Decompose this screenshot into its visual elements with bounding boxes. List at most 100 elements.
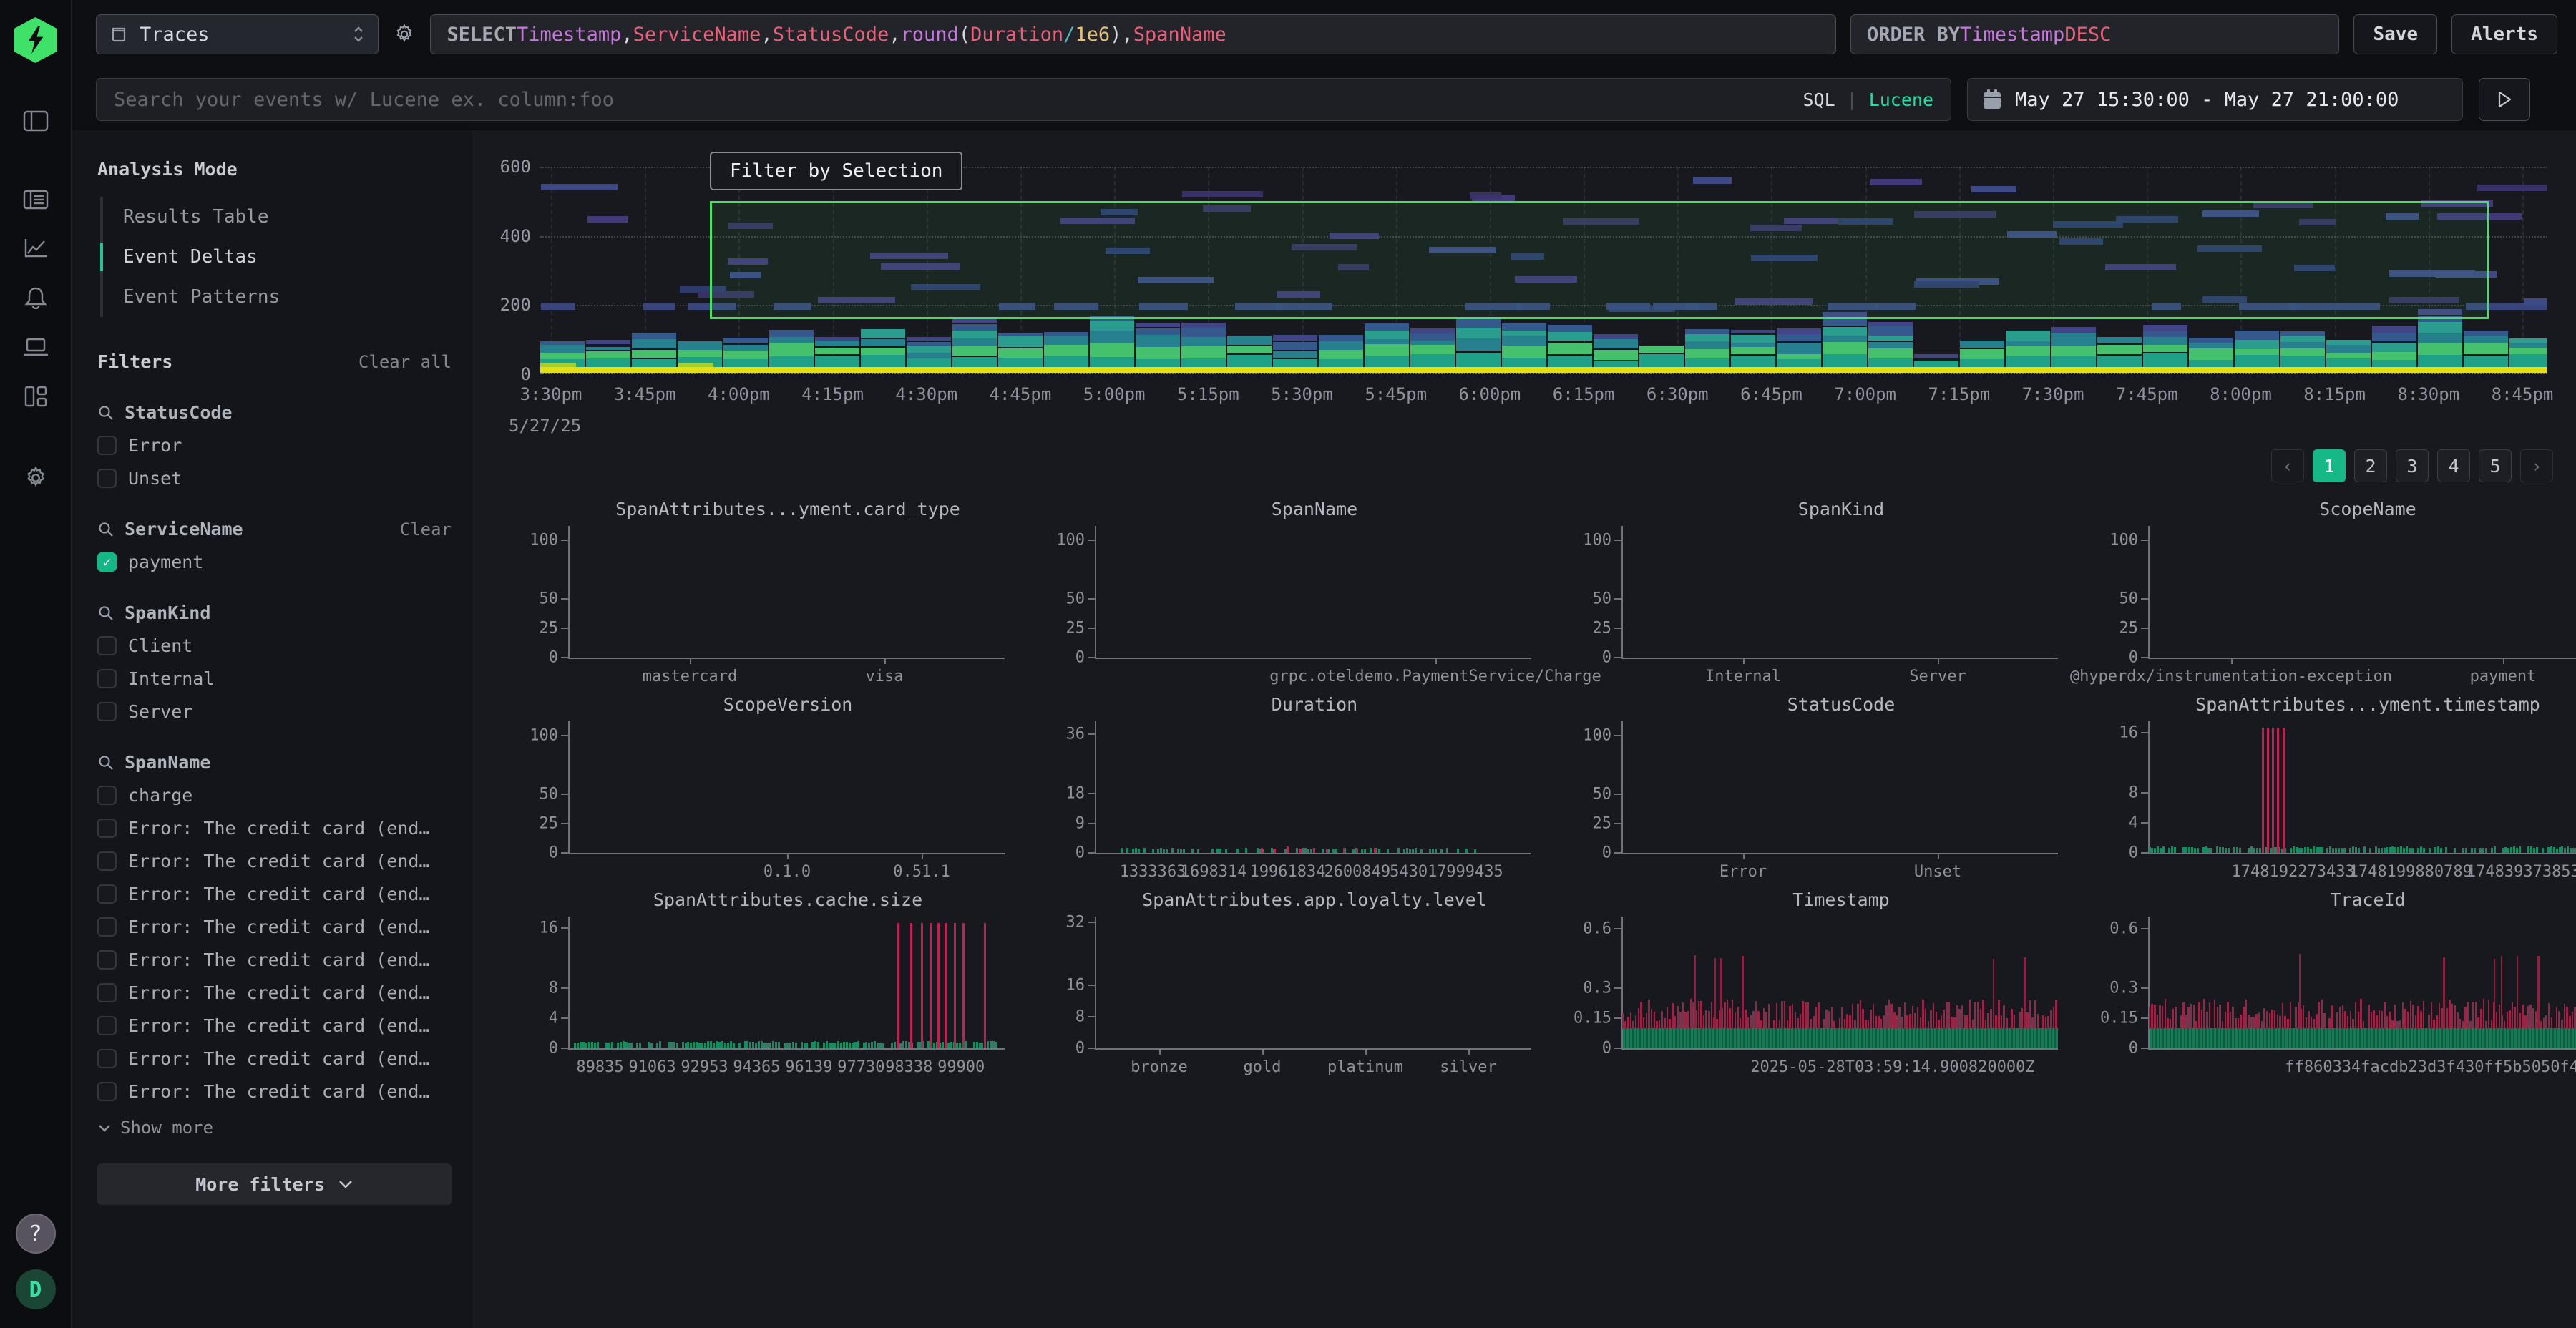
page-next-button[interactable]: › bbox=[2520, 449, 2553, 482]
filter-option[interactable]: Unset bbox=[97, 468, 452, 489]
panel-toggle-icon[interactable] bbox=[23, 110, 49, 132]
page-button-3[interactable]: 3 bbox=[2396, 449, 2429, 482]
hyperdx-logo-icon[interactable] bbox=[14, 17, 57, 63]
page-button-1[interactable]: 1 bbox=[2313, 449, 2346, 482]
chart-ytick: 25 bbox=[1593, 814, 1612, 832]
sessions-laptop-icon[interactable] bbox=[22, 336, 49, 358]
checkbox[interactable] bbox=[97, 636, 117, 655]
filter-option[interactable]: Error bbox=[97, 435, 452, 456]
show-more-link[interactable]: Show more bbox=[97, 1118, 452, 1138]
code-token: SELECT bbox=[447, 24, 517, 46]
chart-ytick: 8 bbox=[549, 979, 558, 997]
analysis-mode-item[interactable]: Results Table bbox=[103, 197, 452, 237]
run-query-button[interactable] bbox=[2479, 78, 2530, 121]
code-token: , bbox=[621, 24, 633, 46]
filter-option[interactable]: Error: The credit card (end… bbox=[97, 818, 452, 839]
page-prev-button[interactable]: ‹ bbox=[2271, 449, 2304, 482]
settings-gear-icon[interactable] bbox=[23, 465, 49, 491]
filter-option[interactable]: Error: The credit card (end… bbox=[97, 884, 452, 904]
chart-xtick: 2600849 bbox=[1324, 863, 1390, 881]
delta-chart-3[interactable]: ScopeName10050250@hyperdx/instrumentatio… bbox=[2079, 492, 2576, 687]
filter-option[interactable]: Error: The credit card (end… bbox=[97, 851, 452, 872]
chart-title: SpanAttributes.app.loyalty.level bbox=[1026, 889, 1553, 915]
search-logs-icon[interactable] bbox=[23, 189, 49, 210]
delta-chart-9[interactable]: SpanAttributes.app.loyalty.level321680br… bbox=[1026, 882, 1553, 1078]
checkbox[interactable] bbox=[97, 1049, 117, 1068]
select-query-input[interactable]: SELECT Timestamp,ServiceName,StatusCode,… bbox=[430, 14, 1835, 54]
chart-explorer-icon[interactable] bbox=[23, 238, 49, 259]
page-button-4[interactable]: 4 bbox=[2437, 449, 2470, 482]
dashboards-icon[interactable] bbox=[24, 385, 48, 408]
delta-chart-5[interactable]: Duration36189013333631698314199618342600… bbox=[1026, 687, 1553, 882]
checkbox[interactable] bbox=[97, 851, 117, 871]
delta-chart-0[interactable]: SpanAttributes...yment.card_type10050250… bbox=[499, 492, 1026, 687]
checkbox[interactable] bbox=[97, 950, 117, 970]
chart-selection-box[interactable] bbox=[710, 201, 2489, 319]
date-range-picker[interactable]: May 27 15:30:00 - May 27 21:00:00 bbox=[1967, 78, 2463, 121]
checkbox[interactable] bbox=[97, 983, 117, 1002]
checkbox[interactable] bbox=[97, 786, 117, 805]
chart-xtick: Internal bbox=[1705, 668, 1781, 685]
checkbox[interactable] bbox=[97, 702, 117, 721]
checkbox[interactable] bbox=[97, 819, 117, 838]
filter-option[interactable]: Error: The credit card (end… bbox=[97, 917, 452, 937]
query-settings-gear-icon[interactable] bbox=[393, 23, 416, 46]
chart-xtick: gold bbox=[1244, 1058, 1282, 1076]
page-button-5[interactable]: 5 bbox=[2479, 449, 2512, 482]
delta-chart-1[interactable]: SpanName10050250grpc.oteldemo.PaymentSer… bbox=[1026, 492, 1553, 687]
chart-ytick: 100 bbox=[530, 726, 558, 744]
order-by-input[interactable]: ORDER BY Timestamp DESC bbox=[1850, 14, 2340, 54]
page-button-2[interactable]: 2 bbox=[2354, 449, 2387, 482]
delta-chart-8[interactable]: SpanAttributes.cache.size168408983591063… bbox=[499, 882, 1026, 1078]
filter-option[interactable]: ✓payment bbox=[97, 552, 452, 572]
lucene-mode-toggle[interactable]: Lucene bbox=[1869, 89, 1933, 110]
search-icon bbox=[97, 605, 114, 622]
alerts-bell-icon[interactable] bbox=[24, 286, 48, 309]
filter-option[interactable]: Client bbox=[97, 635, 452, 656]
search-input[interactable]: Search your events w/ Lucene ex. column:… bbox=[96, 78, 1951, 121]
delta-chart-4[interactable]: ScopeVersion100502500.1.00.51.1 bbox=[499, 687, 1026, 882]
help-button[interactable]: ? bbox=[16, 1214, 56, 1254]
alerts-button[interactable]: Alerts bbox=[2451, 14, 2557, 54]
analysis-mode-item[interactable]: Event Deltas bbox=[103, 237, 452, 277]
checkbox[interactable] bbox=[97, 884, 117, 904]
checkbox[interactable] bbox=[97, 1082, 117, 1101]
sql-mode-toggle[interactable]: SQL bbox=[1802, 89, 1835, 110]
filter-option[interactable]: Error: The credit card (end… bbox=[97, 949, 452, 970]
analysis-mode-title: Analysis Mode bbox=[97, 159, 452, 180]
play-icon bbox=[2496, 90, 2513, 109]
checkbox[interactable] bbox=[97, 669, 117, 688]
facet-clear-link[interactable]: Clear bbox=[400, 519, 452, 540]
checkbox[interactable] bbox=[97, 436, 117, 455]
checkbox[interactable] bbox=[97, 1016, 117, 1035]
filter-by-selection-tooltip[interactable]: Filter by Selection bbox=[710, 152, 962, 190]
delta-chart-7[interactable]: SpanAttributes...yment.timestamp16840174… bbox=[2079, 687, 2576, 882]
filter-option[interactable]: Error: The credit card (end… bbox=[97, 1081, 452, 1102]
delta-chart-2[interactable]: SpanKind10050250InternalServer bbox=[1553, 492, 2079, 687]
more-filters-button[interactable]: More filters bbox=[97, 1163, 452, 1205]
chart-xtick: Unset bbox=[1914, 863, 1961, 881]
clear-all-link[interactable]: Clear all bbox=[358, 352, 452, 372]
chart-ytick: 0 bbox=[1602, 1040, 1611, 1058]
source-select[interactable]: Traces bbox=[96, 14, 379, 54]
timeline-xtick: 8:15pm bbox=[2303, 384, 2366, 404]
save-button[interactable]: Save bbox=[2353, 14, 2437, 54]
filter-option[interactable]: Internal bbox=[97, 668, 452, 689]
chart-ytick: 0.3 bbox=[1583, 980, 1611, 997]
analysis-mode-item[interactable]: Event Patterns bbox=[103, 277, 452, 317]
delta-chart-6[interactable]: StatusCode10050250ErrorUnset bbox=[1553, 687, 2079, 882]
checkbox[interactable] bbox=[97, 917, 117, 937]
filter-option[interactable]: Error: The credit card (end… bbox=[97, 1048, 452, 1069]
delta-chart-11[interactable]: TraceId0.60.30.150ff860334facdb23d3f430f… bbox=[2079, 882, 2576, 1078]
filter-option[interactable]: Error: The credit card (end… bbox=[97, 1015, 452, 1036]
checkbox[interactable] bbox=[97, 469, 117, 488]
delta-chart-10[interactable]: Timestamp0.60.30.1502025-05-28T03:59:14.… bbox=[1553, 882, 2079, 1078]
filter-option[interactable]: charge bbox=[97, 785, 452, 806]
checkbox[interactable]: ✓ bbox=[97, 552, 117, 572]
user-avatar[interactable]: D bbox=[16, 1269, 56, 1309]
chart-ytick: 100 bbox=[1056, 531, 1085, 549]
filter-option[interactable]: Server bbox=[97, 701, 452, 722]
events-timeline-chart[interactable]: 6004002000 Filter by Selection 3:30pm3:4… bbox=[472, 130, 2576, 488]
chart-xtick: 0.51.1 bbox=[893, 863, 950, 881]
filter-option[interactable]: Error: The credit card (end… bbox=[97, 982, 452, 1003]
